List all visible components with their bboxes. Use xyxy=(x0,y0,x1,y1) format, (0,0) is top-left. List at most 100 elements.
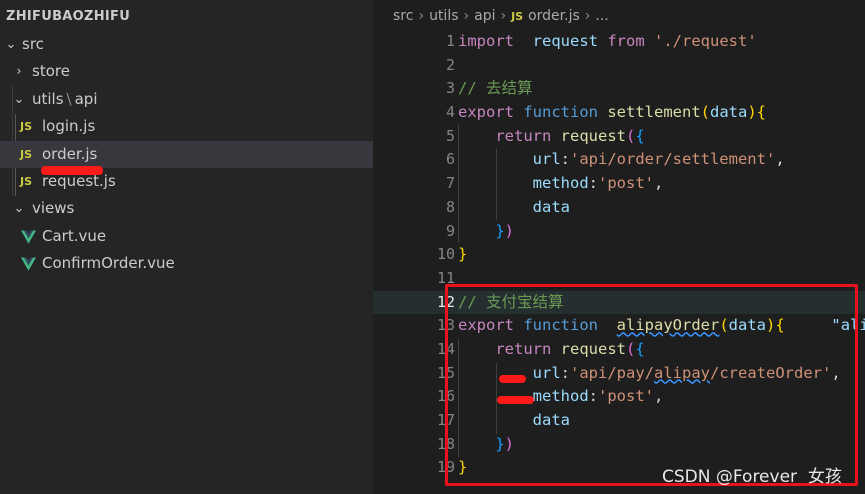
code-token: , xyxy=(775,150,785,169)
line-number: 16 xyxy=(436,387,455,406)
explorer-title: ZHIFUBAOZHIFU xyxy=(6,9,131,24)
breadcrumb-api[interactable]: api xyxy=(474,8,495,24)
code-token: 'post' xyxy=(598,174,654,193)
vue-file-icon xyxy=(21,230,36,244)
line-number: 2 xyxy=(445,55,455,74)
chevron-right-icon: › xyxy=(16,64,22,80)
chevron-right-icon: › xyxy=(418,8,425,24)
js-file-icon: JS xyxy=(20,147,33,161)
chevron-right-icon: › xyxy=(463,8,470,24)
watermark: CSDN @Forever 女孩 xyxy=(662,467,842,487)
tree-folder-utils-api[interactable]: ⌄ utils \ api xyxy=(0,86,373,113)
code-token: method xyxy=(532,174,589,193)
tree-file-cart-vue[interactable]: Cart.vue xyxy=(0,223,373,250)
line-number: 6 xyxy=(445,150,455,169)
line-number: 17 xyxy=(436,411,455,429)
line-number: 1 xyxy=(445,32,455,50)
code-text: }) xyxy=(458,220,514,244)
tree-file-order-js[interactable]: JS order.js xyxy=(0,140,373,168)
explorer-sidebar: ZHIFUBAOZHIFU ⌄ src › store ⌄ utils \ api … xyxy=(0,0,373,494)
code-token: from xyxy=(598,32,645,50)
code-token: : xyxy=(560,150,570,169)
code-line[interactable]: 1 import request from './request' xyxy=(373,30,865,54)
file-tree: ⌄ src › store ⌄ utils \ api JS login.js JS… xyxy=(0,31,373,278)
tree-folder-views[interactable]: ⌄ views xyxy=(0,195,373,222)
code-text: url:'api/order/settlement', xyxy=(458,148,785,172)
code-text: // 去结算 xyxy=(458,77,533,101)
line-number: 10 xyxy=(436,245,455,264)
tree-folder-store[interactable]: › store xyxy=(0,58,373,85)
code-text: return request({ xyxy=(458,125,644,149)
line-number: 12 xyxy=(436,292,455,311)
code-line[interactable]: 6 url:'api/order/settlement', xyxy=(373,148,865,172)
code-token: settlement xyxy=(598,103,701,122)
code-text: import request from './request' xyxy=(458,30,757,54)
vue-file-icon xyxy=(21,257,36,271)
line-number: 4 xyxy=(445,103,455,122)
code-token: } xyxy=(458,245,468,264)
tree-item-label: order.js xyxy=(42,144,98,163)
code-token: request xyxy=(551,126,626,145)
tree-item-label: utils \ api xyxy=(32,89,98,108)
code-token: 'api/order/settlement' xyxy=(570,150,776,169)
code-token: } xyxy=(495,221,505,240)
code-line[interactable]: 7 method:'post', xyxy=(373,172,865,196)
line-number: 18 xyxy=(436,434,455,453)
breadcrumb-utils[interactable]: utils xyxy=(429,8,458,24)
code-line[interactable]: 8 data xyxy=(373,196,865,220)
indent-guide xyxy=(496,149,497,220)
breadcrumb-more[interactable]: ... xyxy=(595,8,608,24)
code-text: method:'post', xyxy=(458,172,664,196)
tree-file-login-js[interactable]: JS login.js xyxy=(0,113,373,140)
code-line[interactable]: 10} xyxy=(373,243,865,267)
code-line[interactable]: 5 return request({ xyxy=(373,125,865,149)
code-line[interactable]: 2 xyxy=(373,54,865,78)
annotation-dash-mark xyxy=(499,375,526,383)
tree-folder-src[interactable]: ⌄ src xyxy=(0,31,373,58)
annotation-dash-mark xyxy=(497,396,534,404)
code-token: './request' xyxy=(644,32,757,50)
tree-item-label: ConfirmOrder.vue xyxy=(42,254,175,273)
tree-item-label: login.js xyxy=(42,117,96,136)
code-text: export function settlement(data){ xyxy=(458,101,766,125)
tree-item-label: views xyxy=(32,199,75,218)
code-token: { xyxy=(756,103,767,122)
code-line[interactable]: 3// 去结算 xyxy=(373,77,865,101)
chevron-right-icon: › xyxy=(584,8,591,24)
line-number: 14 xyxy=(436,339,455,358)
code-line[interactable]: 9 }) xyxy=(373,220,865,244)
code-line[interactable]: 4 export function settlement(data){ xyxy=(373,101,865,125)
code-token: data xyxy=(532,197,570,216)
tree-file-confirmorder-vue[interactable]: ConfirmOrder.vue xyxy=(0,250,373,277)
line-number: 3 xyxy=(445,79,455,98)
code-token: // 去结算 xyxy=(458,79,533,98)
breadcrumb-src[interactable]: src xyxy=(393,8,413,24)
tree-item-label: store xyxy=(32,62,70,81)
breadcrumb-file[interactable]: order.js xyxy=(528,8,580,24)
code-token: ) xyxy=(747,103,757,122)
js-file-icon: JS xyxy=(20,174,33,188)
indent-guide xyxy=(458,125,459,243)
code-token: : xyxy=(588,174,598,193)
breadcrumb: src › utils › api › JS order.js ›... xyxy=(393,8,609,24)
chevron-down-icon: ⌄ xyxy=(5,37,17,52)
code-token: url xyxy=(532,150,561,169)
code-token: export xyxy=(458,103,514,122)
code-token: ) xyxy=(504,221,515,240)
annotation-underline-mark xyxy=(41,166,103,175)
line-number: 7 xyxy=(445,174,455,193)
line-number: 9 xyxy=(445,221,455,240)
line-number: 15 xyxy=(436,363,455,382)
line-number: 11 xyxy=(436,268,455,287)
chevron-down-icon: ⌄ xyxy=(13,91,25,107)
code-token: return xyxy=(495,126,552,145)
code-token: function xyxy=(514,103,598,122)
js-file-icon: JS xyxy=(20,120,33,134)
line-number: 19 xyxy=(436,458,455,477)
line-number: 8 xyxy=(445,197,455,216)
code-token: , xyxy=(654,174,664,193)
js-file-icon: JS xyxy=(511,10,524,23)
